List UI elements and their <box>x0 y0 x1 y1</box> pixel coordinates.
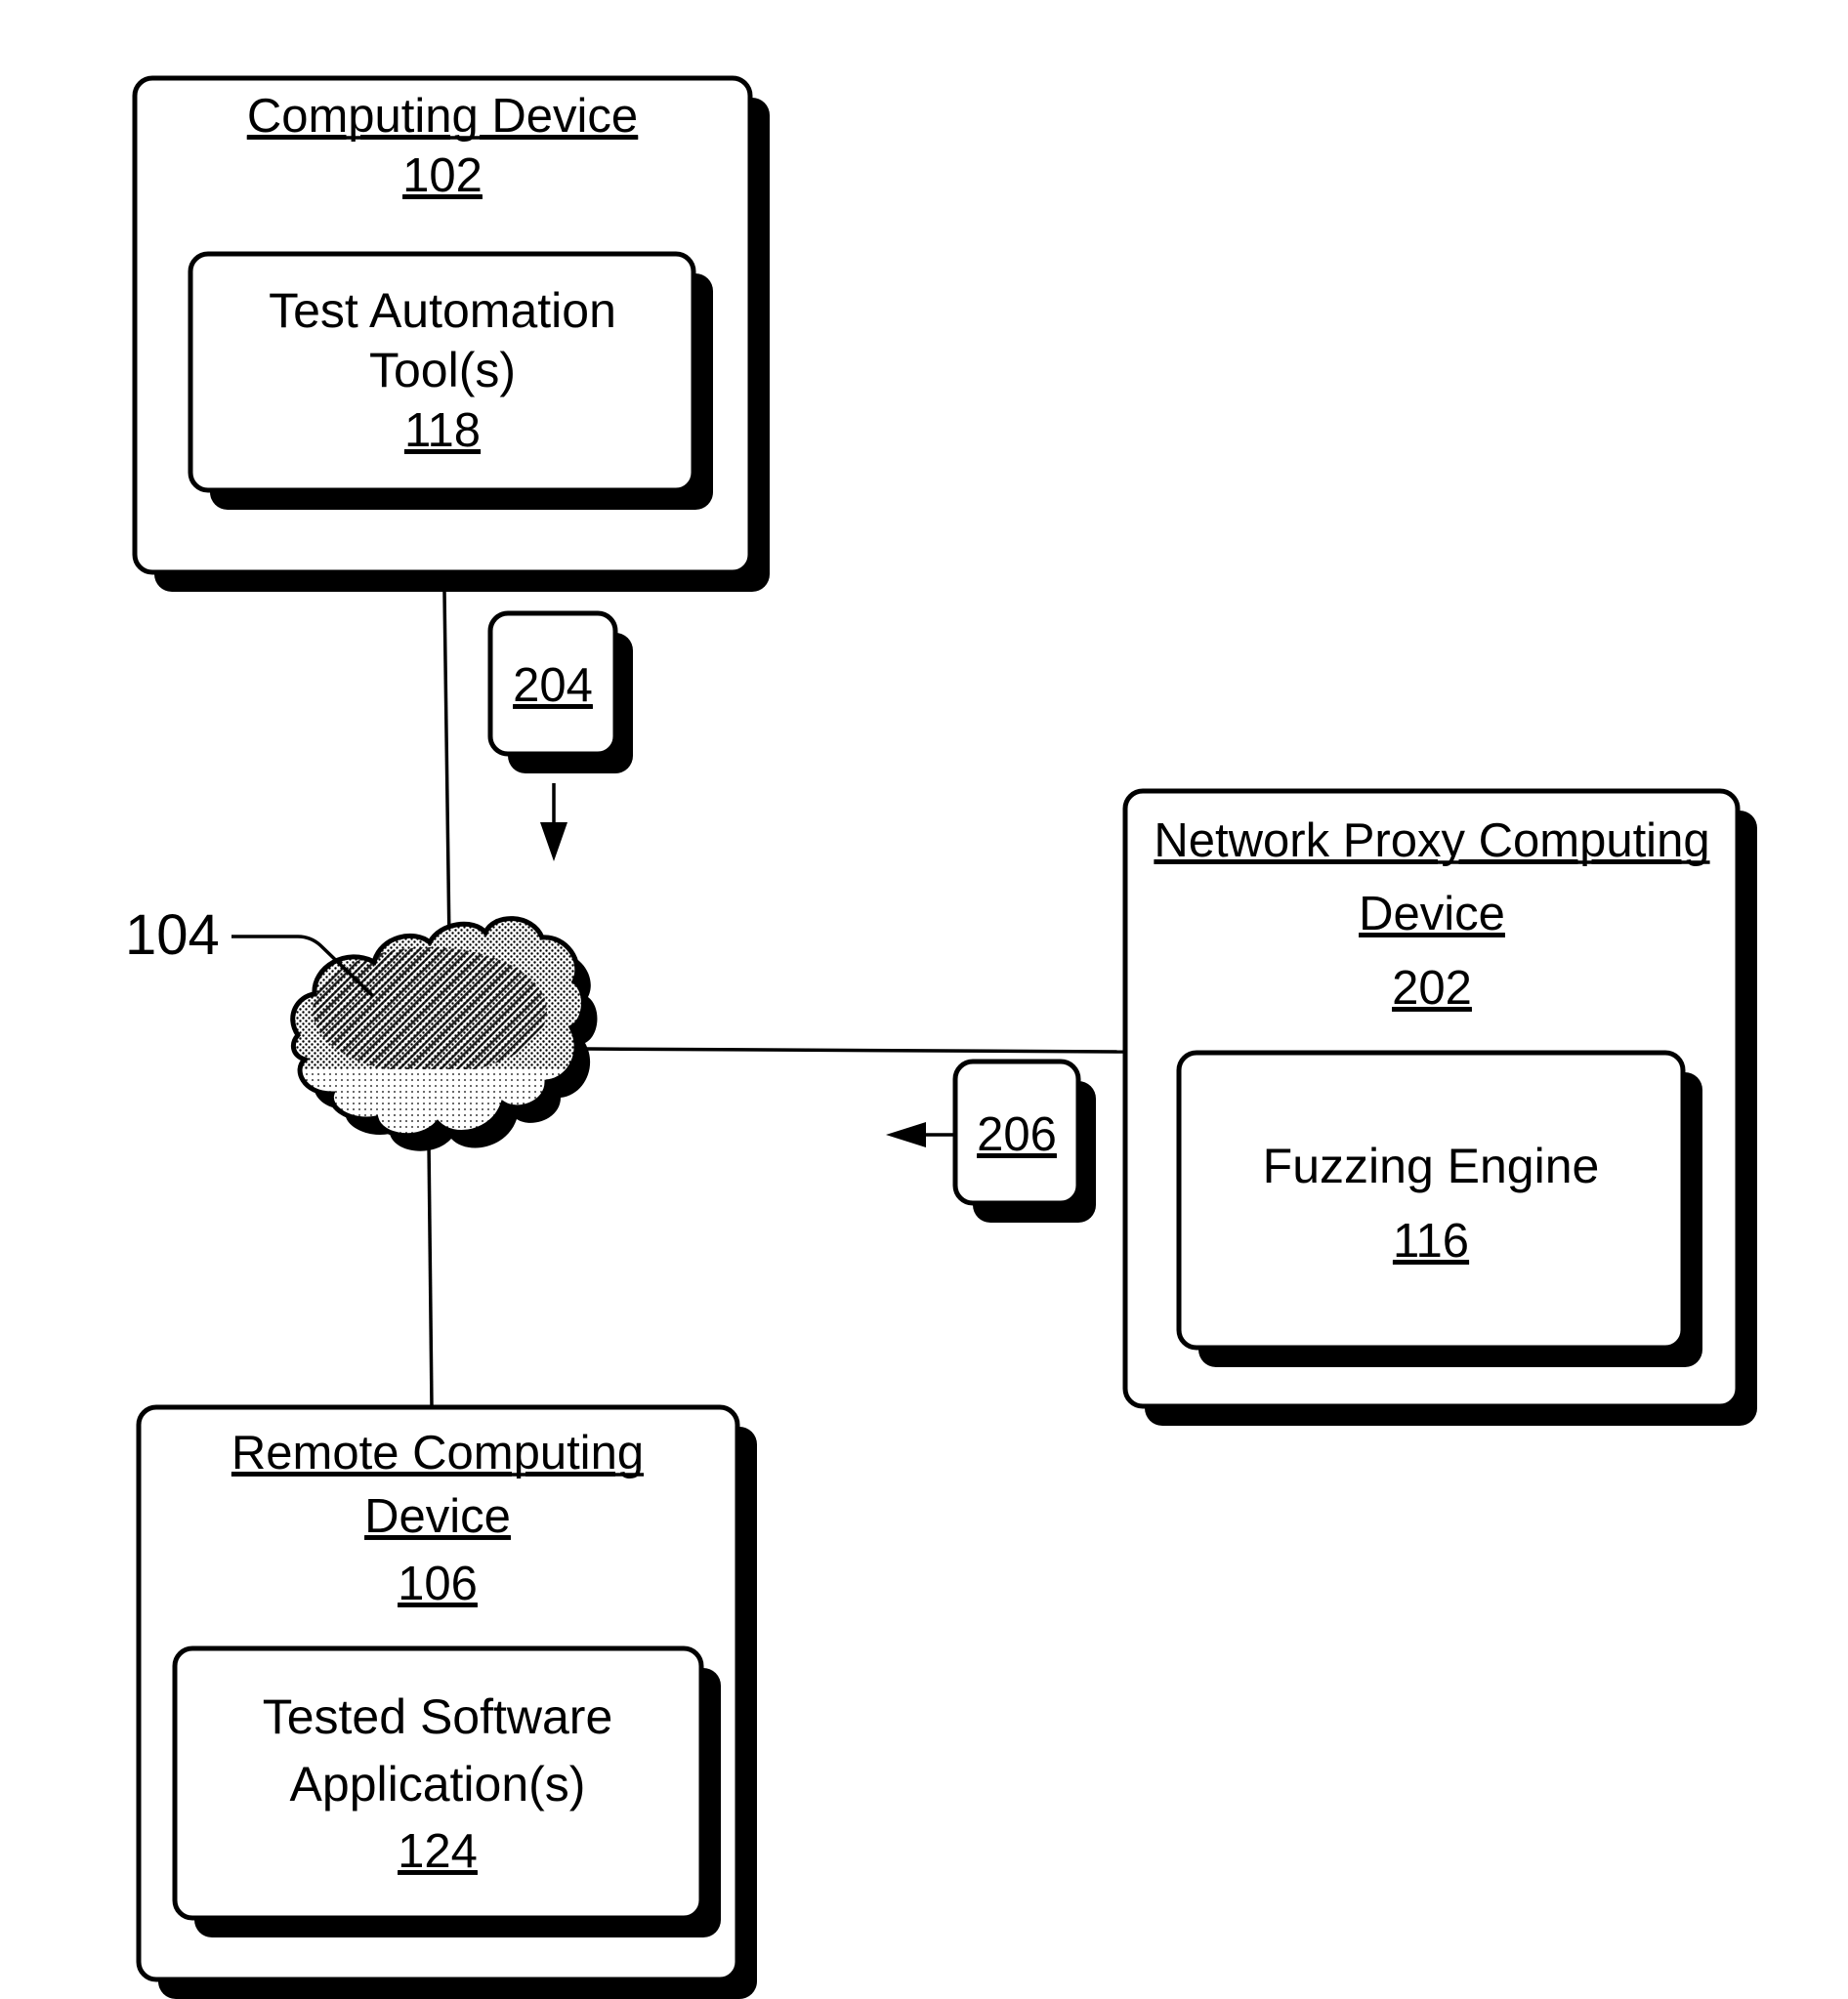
test-automation-tools-label-line1: Test Automation <box>269 283 616 338</box>
fuzzing-engine-ref: 116 <box>1393 1215 1469 1268</box>
flow-204: 204 <box>487 610 633 861</box>
computing-device-title: Computing Device <box>247 90 638 143</box>
network-proxy-ref: 202 <box>1392 962 1472 1015</box>
remote-device-node: Remote Computing Device 106 Tested Softw… <box>136 1404 757 1999</box>
tested-software-ref: 124 <box>398 1825 478 1878</box>
test-automation-tools-label-line2: Tool(s) <box>369 343 516 397</box>
fuzzing-engine-component: Fuzzing Engine 116 <box>1176 1050 1702 1367</box>
remote-device-ref: 106 <box>398 1558 478 1610</box>
network-proxy-title-line1: Network Proxy Computing <box>1154 814 1709 867</box>
network-cloud: 104 <box>125 903 598 1151</box>
computing-device-ref: 102 <box>402 149 483 202</box>
tested-software-label-line1: Tested Software <box>263 1689 613 1744</box>
network-ref: 104 <box>125 903 220 967</box>
tested-software-label-line2: Application(s) <box>290 1757 586 1812</box>
flow-204-ref: 204 <box>513 659 593 712</box>
fuzzing-engine-box <box>1176 1050 1686 1351</box>
arrow-left-icon <box>886 1122 926 1147</box>
link-network-to-proxy <box>585 1047 1126 1054</box>
remote-device-title-line1: Remote Computing <box>231 1427 644 1479</box>
test-automation-tools-component: Test Automation Tool(s) 118 <box>188 251 713 510</box>
flow-206: 206 <box>886 1059 1096 1223</box>
arrow-down-icon <box>540 822 567 861</box>
system-diagram: Computing Device 102 Test Automation Too… <box>125 75 1757 1999</box>
network-proxy-node: Network Proxy Computing Device 202 Fuzzi… <box>1122 788 1757 1426</box>
tested-software-component: Tested Software Application(s) 124 <box>172 1645 721 1937</box>
link-network-to-remote-device <box>427 1142 434 1408</box>
computing-device-node: Computing Device 102 Test Automation Too… <box>132 75 770 592</box>
flow-206-ref: 206 <box>977 1108 1057 1161</box>
remote-device-title-line2: Device <box>364 1490 511 1543</box>
test-automation-tools-ref: 118 <box>404 404 481 457</box>
network-proxy-title-line2: Device <box>1359 888 1505 940</box>
fuzzing-engine-label: Fuzzing Engine <box>1263 1139 1600 1193</box>
link-computing-device-to-network <box>442 591 451 944</box>
